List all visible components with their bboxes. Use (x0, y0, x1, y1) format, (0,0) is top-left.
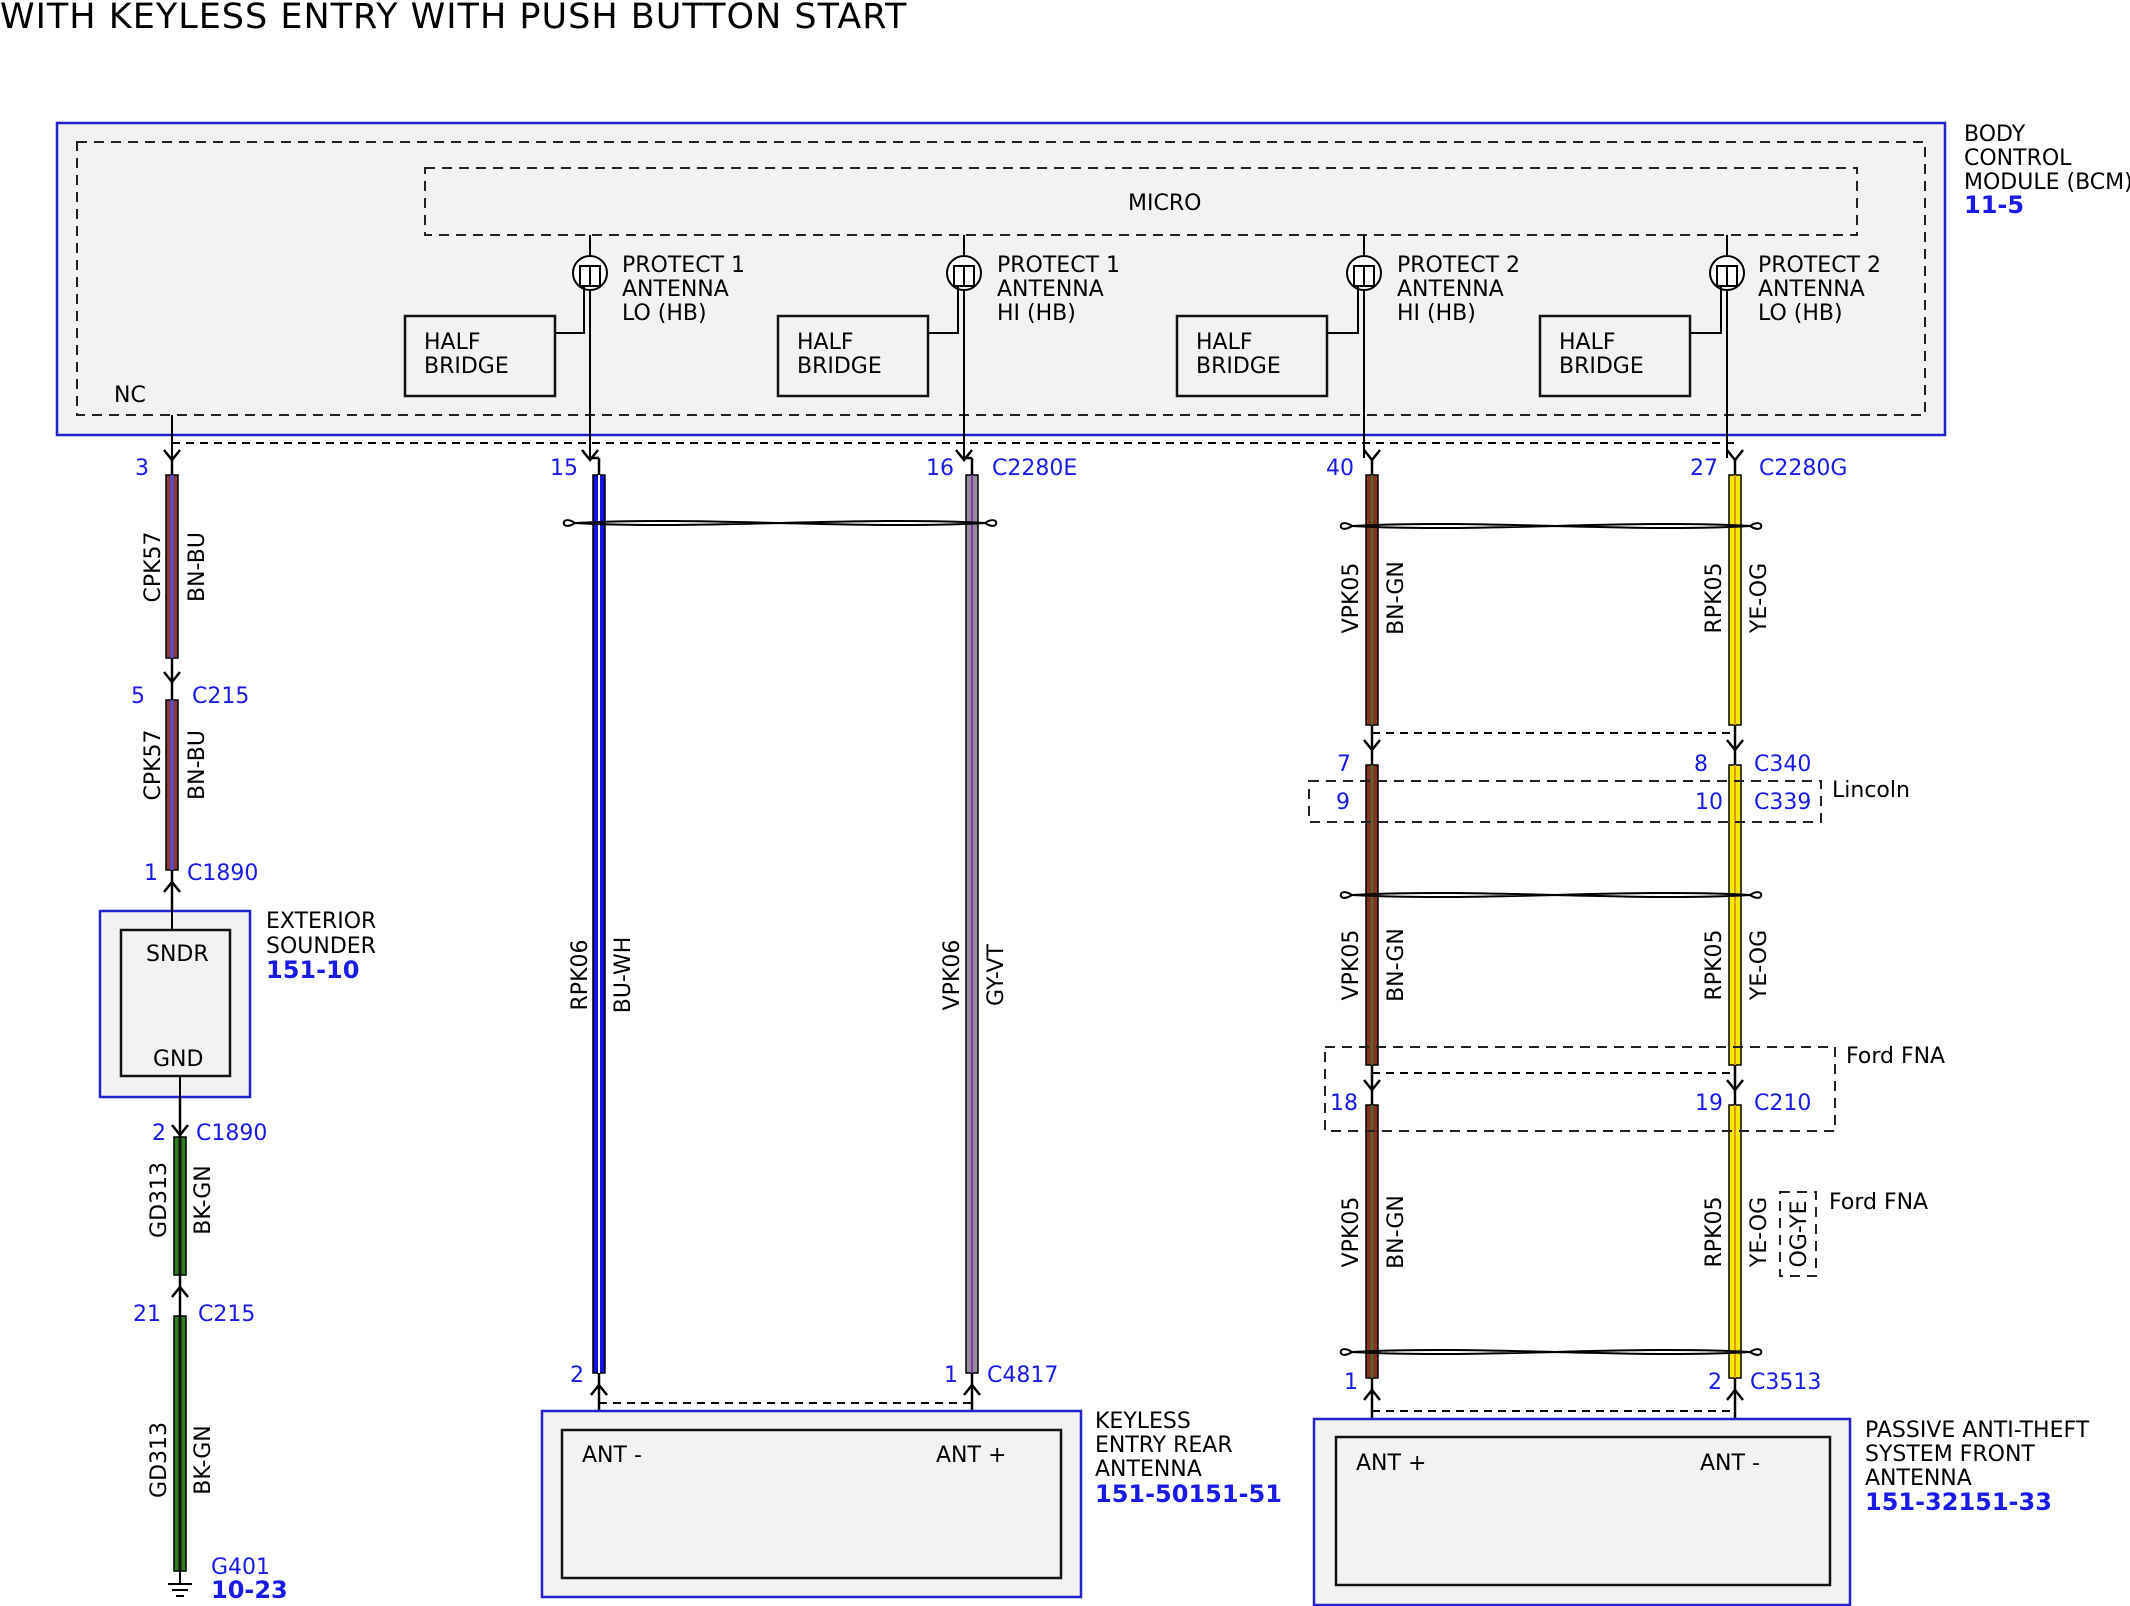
circuit-rpk06: RPK06 (568, 940, 593, 1011)
pats-front-ref: 151-32151-33 (1865, 1488, 2052, 1516)
circuit-rpk05-2: RPK05 (1702, 930, 1727, 1001)
pin-bcm-3: 3 (135, 456, 149, 481)
circuit-gd313-upper: GD313 (147, 1162, 172, 1238)
circuit-vpk06: VPK06 (940, 940, 965, 1011)
circuit-vpk05-3: VPK05 (1339, 1197, 1364, 1268)
keyless-entry-rear-antenna: ANT - ANT + KEYLESS ENTRY REAR ANTENNA 151… (540, 1409, 1282, 1599)
keyless-rear-ant-plus: ANT + (936, 1443, 1006, 1468)
lincoln-variant-box (1308, 780, 1822, 823)
connector-c1890-lower: C1890 (196, 1121, 267, 1146)
color-gy-vt: GY-VT (984, 943, 1009, 1005)
gnd-label: GND (153, 1047, 203, 1072)
color-bu-wh: BU-WH (611, 937, 636, 1014)
diagram-title: WITH KEYLESS ENTRY WITH PUSH BUTTON STAR… (0, 0, 907, 37)
pin-c3513-1: 1 (1344, 1370, 1358, 1395)
connector-c3513: C3513 (1750, 1370, 1821, 1395)
pin-c1890-1: 1 (144, 861, 158, 886)
wiring-diagram: WITH KEYLESS ENTRY WITH PUSH BUTTON STAR… (0, 0, 2130, 1606)
wire-cpk57-lower (165, 699, 179, 871)
pin-bcm-40: 40 (1326, 456, 1354, 481)
body-control-module: MICRO NC BODY CONTROL MODULE (BCM) 11-5 … (55, 121, 2130, 458)
connector-c2280e: C2280E (992, 456, 1077, 481)
circuit-gd313-lower: GD313 (147, 1422, 172, 1498)
ground-symbol-g401 (168, 1571, 192, 1597)
color-bk-gn-lower: BK-GN (191, 1425, 216, 1494)
lincoln-label: Lincoln (1832, 778, 1910, 803)
connector-c2280g: C2280G (1759, 456, 1847, 481)
color-bn-gn-3: BN-GN (1384, 1195, 1409, 1269)
twisted-pair-symbols (562, 519, 1763, 1356)
nc-label: NC (114, 383, 146, 408)
connector-c1890-upper: C1890 (187, 861, 258, 886)
connector-c210: C210 (1754, 1091, 1811, 1116)
color-og-ye: OG-YE (1787, 1200, 1812, 1267)
pin-c340-7: 7 (1337, 752, 1351, 777)
color-bn-bu-lower: BN-BU (185, 730, 210, 800)
wire-vpk06 (965, 474, 979, 1374)
exterior-sounder: SNDR GND EXTERIOR SOUNDER 151-10 (98, 890, 376, 1127)
pin-c4817-1: 1 (944, 1363, 958, 1388)
connector-c215-lower: C215 (198, 1302, 255, 1327)
pats-front-ant-minus: ANT - (1700, 1451, 1760, 1476)
pin-c3513-2: 2 (1708, 1370, 1722, 1395)
color-ye-og-3: YE-OG (1747, 1197, 1772, 1268)
exterior-sounder-ref: 151-10 (266, 956, 359, 984)
pats-front-antenna: ANT + ANT - PASSIVE ANTI-THEFT SYSTEM FRO… (1312, 1417, 2090, 1606)
bcm-ref: 11-5 (1964, 191, 2024, 219)
connector-c215-upper: C215 (192, 684, 249, 709)
exterior-sounder-name: EXTERIOR SOUNDER (266, 909, 376, 959)
circuit-rpk05-3: RPK05 (1702, 1197, 1727, 1268)
circuit-vpk05-2: VPK05 (1339, 930, 1364, 1001)
wire-rpk05 (1728, 474, 1742, 1379)
color-bn-gn-2: BN-GN (1384, 928, 1409, 1002)
ford-fna-variant-box (1324, 1046, 1836, 1132)
pin-c215-21: 21 (133, 1302, 161, 1327)
ground-ref: 10-23 (211, 1576, 288, 1604)
connector-c339: C339 (1754, 790, 1811, 815)
keyless-rear-name: KEYLESS ENTRY REAR ANTENNA (1095, 1409, 1233, 1482)
pin-c339-10: 10 (1695, 790, 1723, 815)
color-ye-og-2: YE-OG (1747, 930, 1772, 1001)
pin-c1890-2: 2 (152, 1121, 166, 1146)
color-ye-og-1: YE-OG (1747, 563, 1772, 634)
color-bk-gn-upper: BK-GN (191, 1165, 216, 1234)
color-bn-bu-upper: BN-BU (185, 532, 210, 602)
pin-c210-19: 19 (1695, 1091, 1723, 1116)
pin-bcm-16: 16 (926, 456, 954, 481)
sndr-label: SNDR (146, 942, 209, 967)
pin-c340-8: 8 (1694, 752, 1708, 777)
wire-gd313-upper (173, 1136, 187, 1276)
pin-c4817-2: 2 (570, 1363, 584, 1388)
pin-c215-5: 5 (131, 684, 145, 709)
pin-bcm-27: 27 (1690, 456, 1718, 481)
pats-front-name: PASSIVE ANTI-THEFT SYSTEM FRONT ANTENNA (1865, 1418, 2090, 1491)
keyless-rear-ant-minus: ANT - (582, 1443, 642, 1468)
wire-rpk06 (592, 474, 606, 1374)
pin-c210-18: 18 (1330, 1091, 1358, 1116)
ford-fna-label-1: Ford FNA (1846, 1044, 1945, 1069)
color-bn-gn-1: BN-GN (1384, 561, 1409, 635)
ford-fna-label-2: Ford FNA (1829, 1190, 1928, 1215)
connector-c4817: C4817 (987, 1363, 1058, 1388)
micro-label: MICRO (1128, 191, 1201, 216)
circuit-vpk05-1: VPK05 (1339, 563, 1364, 634)
pin-bcm-15: 15 (550, 456, 578, 481)
circuit-rpk05-1: RPK05 (1702, 563, 1727, 634)
bcm-name: BODY CONTROL MODULE (BCM) (1964, 122, 2130, 195)
wire-vpk05 (1365, 474, 1379, 1379)
keyless-rear-ref: 151-50151-51 (1095, 1480, 1282, 1508)
circuit-cpk57-lower: CPK57 (141, 729, 166, 800)
pin-c339-9: 9 (1336, 790, 1350, 815)
wire-gd313-lower (173, 1315, 187, 1572)
wire-cpk57-upper (165, 474, 179, 659)
circuit-cpk57-upper: CPK57 (141, 531, 166, 602)
connector-c340: C340 (1754, 752, 1811, 777)
pats-front-ant-plus: ANT + (1356, 1451, 1426, 1476)
